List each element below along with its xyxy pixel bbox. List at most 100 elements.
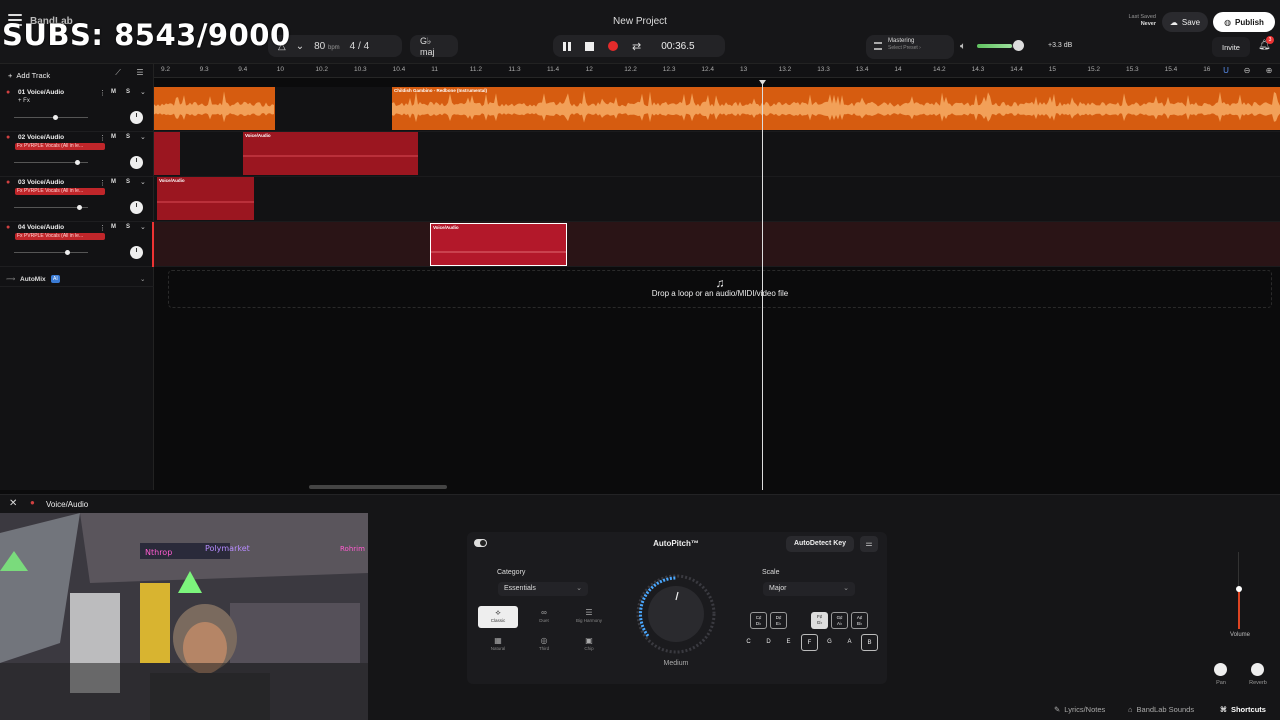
key-g[interactable]: G [821,634,838,651]
track-lane-1[interactable]: Childish Gambino - Redbone (Instrumental… [154,87,1280,132]
sliders-icon[interactable]: ⚌ [860,536,878,552]
track-volume-knob[interactable] [77,205,82,210]
mastering-button[interactable]: Mastering Select Preset › [866,35,954,59]
magnet-icon[interactable]: U [1219,66,1233,78]
key-e[interactable]: E [780,634,797,651]
autopitch-toggle[interactable] [474,539,487,547]
mute-button[interactable]: M [111,224,116,230]
key-c-sharp[interactable]: C♯ D♭ [750,612,767,629]
track-lane-2[interactable]: Voice/Audio [154,132,1280,177]
playhead[interactable] [762,80,763,490]
pan-knob[interactable] [130,201,143,214]
track-layout-icon[interactable]: ☰ [132,68,148,82]
pan-knob[interactable] [1214,663,1227,676]
automation-icon[interactable]: ⟋ [110,68,126,82]
track-volume-knob[interactable] [65,250,70,255]
track-header-2[interactable]: ● 02 Voice/Audio Fx PVRPLE Vocals (All i… [0,132,154,177]
key-selector[interactable]: G♭ maj [410,35,458,57]
solo-button[interactable]: S [126,89,130,95]
horizontal-scrollbar[interactable] [309,485,447,489]
stop-button[interactable] [585,41,594,51]
audio-clip[interactable]: Voice/Audio [243,132,418,175]
track-header-1[interactable]: ● 01 Voice/Audio + Fx ⋮ M S ⌄ [0,87,154,132]
mute-button[interactable]: M [111,89,116,95]
timeline-ruler[interactable]: 9.2 9.3 9.4 10 10.2 10.3 10.4 11 11.2 11.3 11.4 12 1… [154,64,1280,78]
mute-button[interactable]: M [111,179,116,185]
save-button[interactable]: ☁ Save [1162,12,1208,32]
track-lane-3[interactable]: Voice/Audio [154,177,1280,222]
key-a[interactable]: A [841,634,858,651]
fx-preset[interactable]: Fx PVRPLE Vocals (All in le... [15,233,105,240]
track-volume-knob[interactable] [53,115,58,120]
bandlab-sounds-button[interactable]: ⌂ BandLab Sounds [1128,705,1194,714]
track-volume-handle[interactable] [1236,586,1242,592]
speaker-icon[interactable]: 🔈︎ [960,41,966,52]
record-button[interactable] [608,41,618,51]
key-d-sharp[interactable]: D♯ E♭ [770,612,787,629]
track-lane-4[interactable]: Voice/Audio [154,222,1280,267]
pan-knob[interactable] [130,246,143,259]
zoom-out-icon[interactable]: ⊖ [1240,66,1254,78]
close-icon[interactable]: ✕ [9,498,17,509]
mode-natural[interactable]: ▦ Natural [478,634,518,656]
master-volume-knob[interactable] [1013,40,1024,51]
shortcuts-button[interactable]: ⌘ Shortcuts [1220,705,1266,714]
tempo-value[interactable]: 80 bpm [314,41,340,52]
reverb-knob[interactable] [1251,663,1264,676]
mute-button[interactable]: M [111,134,116,140]
track-volume-knob[interactable] [75,160,80,165]
publish-button[interactable]: ◍ Publish [1213,12,1275,32]
track-name[interactable]: 02 Voice/Audio [18,134,64,141]
chevron-down-icon[interactable]: ⌄ [140,88,146,96]
audio-clip-selected[interactable]: Voice/Audio [430,223,567,266]
drop-zone[interactable]: ♫ Drop a loop or an audio/MIDI/video fil… [168,270,1272,308]
audio-clip[interactable] [154,132,180,175]
playhead-handle[interactable] [759,80,766,85]
time-signature[interactable]: 4 / 4 [350,41,369,52]
pan-knob[interactable] [130,111,143,124]
mode-big-harmony[interactable]: ☰ Big Harmony [569,606,609,628]
key-c[interactable]: C [740,634,757,651]
audio-clip[interactable]: Voice/Audio [157,177,254,220]
lyrics-notes-button[interactable]: ✎ Lyrics/Notes [1054,705,1105,714]
project-title[interactable]: New Project [540,16,740,27]
track-volume-slider[interactable] [14,117,88,118]
track-header-4[interactable]: ● 04 Voice/Audio Fx PVRPLE Vocals (All i… [0,222,154,267]
zoom-in-icon[interactable]: ⊕ [1262,66,1276,78]
track-name[interactable]: 01 Voice/Audio [18,89,64,96]
key-f-sharp[interactable]: F♯ G♭ [811,612,828,629]
pitch-correction-dial[interactable] [636,574,716,654]
more-icon[interactable]: ⋮ [99,179,106,187]
automix-row[interactable]: ⟿ AutoMix AI ⌄ [0,271,154,287]
invite-button[interactable]: Invite [1212,37,1250,57]
more-icon[interactable]: ⋮ [99,224,106,232]
key-d[interactable]: D [760,634,777,651]
key-f[interactable]: F [801,634,818,651]
fx-preset[interactable]: Fx PVRPLE Vocals (All in le... [15,143,105,150]
track-name[interactable]: 04 Voice/Audio [18,224,64,231]
audio-clip[interactable] [154,87,275,130]
category-dropdown[interactable]: Essentials ⌄ [498,582,588,596]
solo-button[interactable]: S [126,224,130,230]
mode-third[interactable]: ◎ Third [524,634,564,656]
chevron-down-icon[interactable]: ⌄ [140,178,146,186]
track-header-3[interactable]: ● 03 Voice/Audio Fx PVRPLE Vocals (All i… [0,177,154,222]
track-volume-slider[interactable] [14,252,88,253]
more-icon[interactable]: ⋮ [99,134,106,142]
key-a-sharp[interactable]: A♯ B♭ [851,612,868,629]
key-b[interactable]: B [861,634,878,651]
loop-icon[interactable]: ⇄ [632,40,641,53]
solo-button[interactable]: S [126,179,130,185]
fx-preset[interactable]: Fx PVRPLE Vocals (All in le... [15,188,105,195]
key-g-sharp[interactable]: G♯ A♭ [831,612,848,629]
mode-classic[interactable]: ⟡ Classic [478,606,518,628]
add-fx-button[interactable]: + Fx [18,98,30,104]
audio-clip-main[interactable]: Childish Gambino - Redbone (Instrumental… [392,87,1280,130]
pan-knob[interactable] [130,156,143,169]
chevron-down-icon[interactable]: ⌄ [296,41,304,52]
chevron-down-icon[interactable]: ⌄ [140,223,146,231]
mode-chip[interactable]: ▣ Chip [569,634,609,656]
autodetect-key-button[interactable]: AutoDetect Key [786,536,854,552]
chevron-down-icon[interactable]: ⌄ [140,133,146,141]
chevron-down-icon[interactable]: ⌄ [140,275,145,283]
